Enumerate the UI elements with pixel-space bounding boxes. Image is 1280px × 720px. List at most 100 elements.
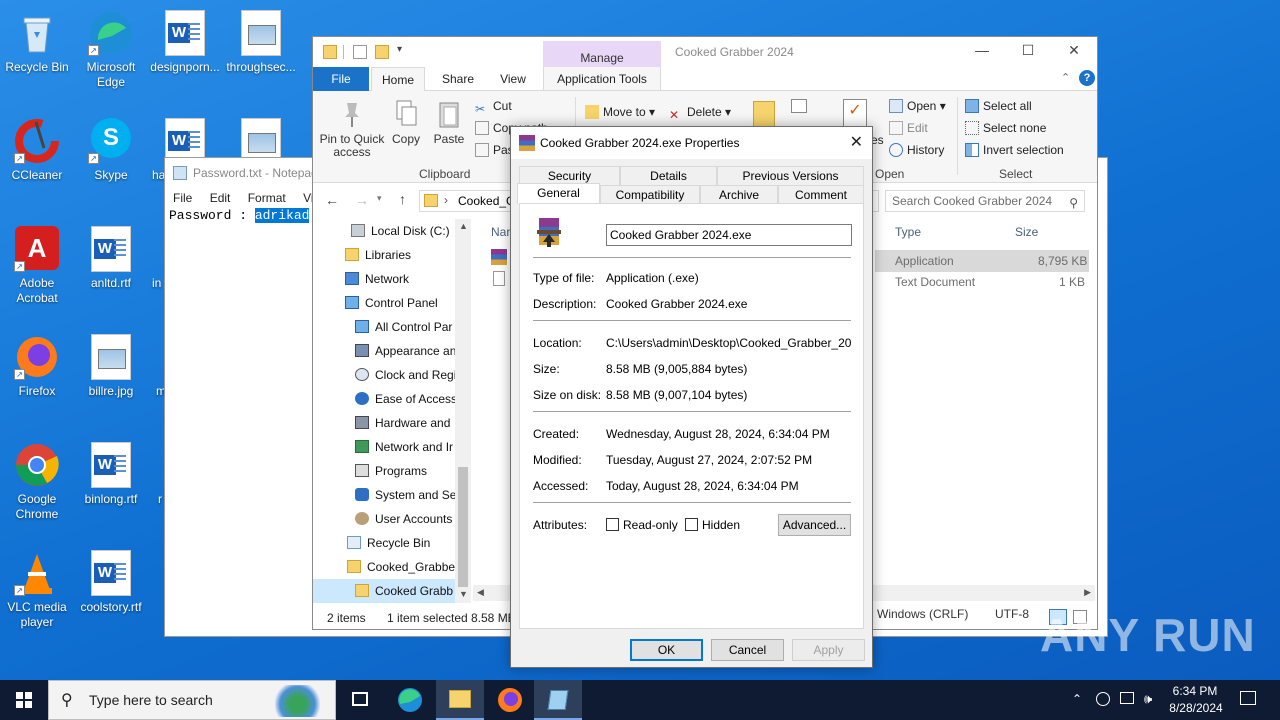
nav-item-network-internet[interactable]: Network and Ir (355, 435, 453, 459)
edit-button[interactable]: Edit (889, 121, 928, 135)
nav-item-appearance[interactable]: Appearance an (355, 339, 456, 363)
notepad-menu-file[interactable]: File (173, 191, 192, 205)
clock-time[interactable]: 6:34 PM (1172, 684, 1218, 698)
nav-item-ease-of-access[interactable]: Ease of Access (355, 387, 457, 411)
row-type-1[interactable]: Text Document (895, 275, 975, 289)
desktop-icon-binlong-rtf[interactable]: W binlong.rtf (74, 438, 148, 507)
desktop-icon-throughsec[interactable]: throughsec... (224, 6, 298, 75)
back-icon[interactable]: ← (325, 192, 339, 208)
scroll-down-icon[interactable]: ▼ (459, 589, 468, 599)
row-size-1[interactable]: 1 KB (1059, 275, 1085, 289)
row-type-0[interactable]: Application (895, 254, 954, 268)
tab-home[interactable]: Home (371, 67, 425, 92)
desktop-icon-vlc[interactable]: ↗ VLC media player (0, 546, 74, 630)
taskbar-file-explorer[interactable] (436, 680, 484, 720)
readonly-checkbox[interactable]: Read-only (606, 518, 678, 532)
tab-comment[interactable]: Comment (778, 185, 864, 204)
nav-item-libraries[interactable]: Libraries (345, 243, 411, 267)
scroll-right-icon[interactable]: ▶ (1084, 587, 1091, 598)
nav-item-cooked-grabber-folder[interactable]: Cooked_Grabber (347, 555, 459, 579)
winrar-exe-icon[interactable] (491, 249, 507, 265)
recent-locations-icon[interactable]: ▾ (377, 193, 382, 204)
text-file-icon[interactable] (493, 271, 505, 286)
notepad-menu-format[interactable]: Format (248, 191, 286, 205)
checkbox-box[interactable] (606, 518, 619, 531)
delete-button[interactable]: ✕ Delete ▾ (669, 105, 731, 122)
desktop-icon-skype[interactable]: S ↗ Skype (74, 114, 148, 183)
ok-button[interactable]: OK (630, 639, 703, 661)
network-icon[interactable] (1120, 692, 1134, 704)
scroll-thumb[interactable] (458, 467, 468, 587)
file-name-field[interactable]: Cooked Grabber 2024.exe (606, 224, 852, 246)
properties-button[interactable]: ✓ (843, 99, 867, 127)
nav-item-recycle-bin[interactable]: Recycle Bin (347, 531, 430, 555)
taskbar-edge[interactable] (386, 680, 434, 720)
tray-overflow-icon[interactable]: ⌃ (1072, 692, 1082, 706)
copy-button[interactable]: Copy (389, 99, 423, 146)
move-to-button[interactable]: Move to ▾ (585, 105, 655, 119)
new-item-button[interactable] (791, 99, 807, 113)
nav-item-all-control-panel[interactable]: All Control Par (355, 315, 452, 339)
close-button[interactable]: ✕ (1051, 42, 1097, 64)
nav-item-control-panel[interactable]: Control Panel (345, 291, 438, 315)
new-folder-button[interactable] (753, 101, 775, 127)
desktop-icon-google-chrome[interactable]: Google Chrome (0, 438, 74, 522)
tab-details[interactable]: Details (620, 166, 717, 185)
breadcrumb[interactable]: Cooked_G (458, 194, 515, 208)
taskbar-notepad[interactable] (534, 680, 582, 720)
minimize-button[interactable]: — (959, 42, 1005, 64)
open-button[interactable]: Open ▾ (889, 99, 946, 113)
column-header-name[interactable]: Nar (491, 225, 510, 239)
nav-item-network[interactable]: Network (345, 267, 409, 291)
checkbox-box[interactable] (685, 518, 698, 531)
hidden-checkbox[interactable]: Hidden (685, 518, 740, 532)
advanced-button[interactable]: Advanced... (778, 514, 851, 536)
pin-to-quick-access-button[interactable]: Pin to Quick access (319, 99, 385, 159)
desktop-icon-ccleaner[interactable]: ↗ CCleaner (0, 114, 74, 183)
nav-item-hardware[interactable]: Hardware and (355, 411, 450, 435)
tab-view[interactable]: View (489, 67, 537, 91)
nav-scrollbar[interactable]: ▲ ▼ (455, 219, 471, 603)
desktop-icon-anltd-rtf[interactable]: W anltd.rtf (74, 222, 148, 291)
cancel-button[interactable]: Cancel (711, 639, 784, 661)
quick-access-dropdown-icon[interactable]: ▾ (397, 44, 402, 55)
desktop-icon-designporn[interactable]: W designporn... (148, 6, 222, 75)
tab-previous-versions[interactable]: Previous Versions (717, 166, 864, 185)
tab-general[interactable]: General (517, 183, 600, 204)
maximize-button[interactable]: ☐ (1005, 42, 1051, 64)
start-button[interactable] (0, 680, 48, 720)
paste-button[interactable]: Paste (431, 99, 467, 146)
tab-application-tools[interactable]: Application Tools (543, 67, 661, 91)
invert-selection-button[interactable]: Invert selection (965, 143, 1064, 157)
up-icon[interactable]: ↑ (399, 191, 406, 207)
column-header-size[interactable]: Size (1015, 225, 1038, 239)
taskbar-firefox[interactable] (486, 680, 534, 720)
nav-item-programs[interactable]: Programs (355, 459, 427, 483)
close-icon[interactable]: ✕ (850, 132, 863, 152)
desktop-icon-microsoft-edge[interactable]: ↗ Microsoft Edge (74, 6, 148, 90)
task-view-button[interactable] (336, 680, 384, 720)
nav-item-local-disk[interactable]: Local Disk (C:) (351, 219, 450, 243)
nav-item-cooked-grabber-selected[interactable]: Cooked Grabb (313, 579, 455, 603)
cut-button[interactable]: ✂ Cut (475, 99, 512, 116)
tab-archive[interactable]: Archive (700, 185, 778, 204)
desktop-icon-recycle-bin[interactable]: Recycle Bin (0, 6, 74, 75)
desktop-icon-coolstory-rtf[interactable]: W coolstory.rtf (74, 546, 148, 615)
nav-item-clock-region[interactable]: Clock and Regi (355, 363, 456, 387)
nav-item-system-security[interactable]: System and Se (355, 483, 456, 507)
collapse-ribbon-icon[interactable]: ⌃ (1061, 71, 1070, 84)
row-size-0[interactable]: 8,795 KB (1038, 254, 1087, 268)
tab-file[interactable]: File (313, 67, 369, 91)
desktop-icon-firefox[interactable]: ↗ Firefox (0, 330, 74, 399)
tray-app-icon[interactable] (1096, 692, 1110, 706)
clock-date[interactable]: 8/28/2024 (1166, 701, 1226, 715)
properties-quick-icon[interactable] (353, 45, 367, 59)
help-icon[interactable]: ? (1079, 70, 1095, 86)
forward-icon[interactable]: → (355, 192, 369, 208)
scroll-left-icon[interactable]: ◀ (477, 587, 484, 598)
tab-share[interactable]: Share (433, 67, 483, 91)
volume-icon[interactable]: 🕪 (1144, 691, 1152, 707)
desktop-icon-billre-jpg[interactable]: billre.jpg (74, 330, 148, 399)
taskbar-search-box[interactable]: ⚲ Type here to search (48, 680, 336, 720)
tab-compatibility[interactable]: Compatibility (600, 185, 700, 204)
